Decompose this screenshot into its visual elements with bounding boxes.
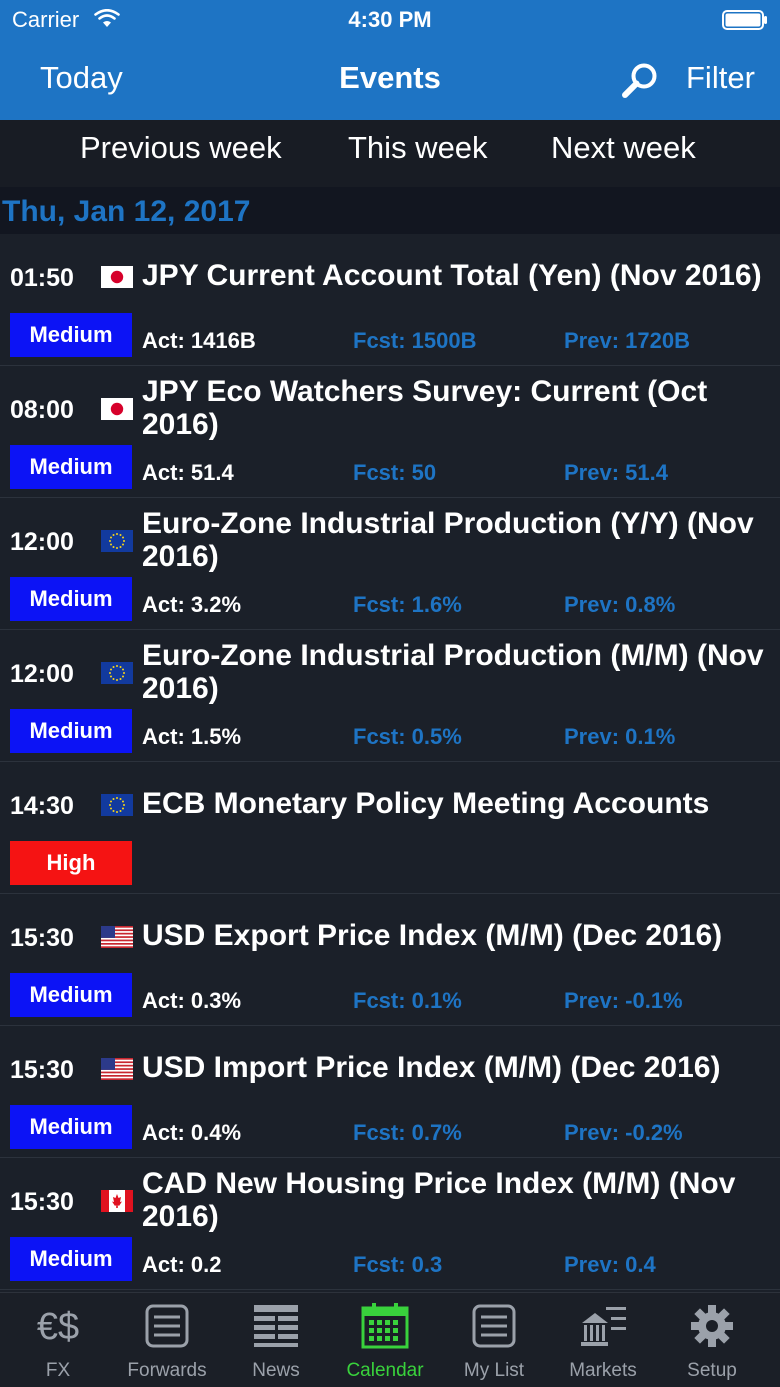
- tab-markets[interactable]: Markets: [549, 1293, 657, 1387]
- tab-news[interactable]: News: [222, 1293, 330, 1387]
- event-row[interactable]: 15:30 USD Export Price Index (M/M) (Dec …: [0, 894, 780, 1026]
- event-actual: Act: 0.4%: [142, 1120, 242, 1145]
- event-time: 15:30: [10, 1188, 74, 1216]
- event-actual: Act: 1416B: [142, 328, 256, 353]
- event-list: 01:50 JPY Current Account Total (Yen) (N…: [0, 234, 780, 1292]
- event-title: USD Import Price Index (M/M) (Dec 2016): [142, 1051, 721, 1084]
- svg-text:€$: €$: [37, 1306, 79, 1348]
- tab-forwards[interactable]: Forwards: [113, 1293, 221, 1387]
- tab-fx[interactable]: €$ FX: [4, 1293, 112, 1387]
- event-title: ECB Monetary Policy Meeting Accounts: [142, 787, 710, 820]
- tab-label: Forwards: [127, 1360, 207, 1381]
- importance-badge: Medium: [10, 313, 132, 357]
- event-row[interactable]: 08:00 JPY Eco Watchers Survey: Current (…: [0, 366, 780, 498]
- filter-button[interactable]: Filter: [686, 60, 755, 96]
- eu-flag-icon: [101, 662, 133, 684]
- jp-flag-icon: [101, 398, 133, 420]
- event-forecast: Fcst: 1.6%: [353, 592, 462, 617]
- event-row[interactable]: 12:00 Euro-Zone Industrial Production (M…: [0, 630, 780, 762]
- event-actual: Act: 3.2%: [142, 592, 242, 617]
- status-bar: Carrier 4:30 PM: [0, 0, 780, 40]
- eu-flag-icon: [101, 530, 133, 552]
- event-row[interactable]: 01:50 JPY Current Account Total (Yen) (N…: [0, 234, 780, 366]
- event-forecast: Fcst: 0.5%: [353, 724, 462, 749]
- event-time: 12:00: [10, 528, 74, 556]
- tab-bar: €$ FX Forwards News Calendar My List Mar…: [0, 1292, 780, 1387]
- event-title: USD Export Price Index (M/M) (Dec 2016): [142, 919, 723, 952]
- event-actual: Act: 0.2: [142, 1252, 222, 1277]
- importance-badge: Medium: [10, 1237, 132, 1281]
- tab-next-week[interactable]: Next week: [551, 130, 696, 166]
- event-previous: Prev: 0.1%: [564, 724, 676, 749]
- tab-label: Setup: [687, 1360, 737, 1381]
- event-row[interactable]: 15:30 USD Import Price Index (M/M) (Dec …: [0, 1026, 780, 1158]
- event-row[interactable]: 15:30 CAD New Housing Price Index (M/M) …: [0, 1158, 780, 1290]
- event-time: 15:30: [10, 924, 74, 952]
- event-time: 08:00: [10, 396, 74, 424]
- date-label: Thu, Jan 12, 2017: [2, 195, 251, 228]
- event-title: Euro-Zone Industrial Production (M/M) (N…: [142, 639, 764, 705]
- importance-badge: Medium: [10, 577, 132, 621]
- importance-badge: High: [10, 841, 132, 885]
- event-time: 14:30: [10, 792, 74, 820]
- tab-label: My List: [463, 1360, 525, 1381]
- event-previous: Prev: 51.4: [564, 460, 668, 485]
- forwards-icon: [145, 1304, 189, 1348]
- list-icon: [472, 1304, 516, 1348]
- calendar-icon: [361, 1303, 409, 1349]
- nav-bar: Today Events Filter: [0, 40, 780, 120]
- event-previous: Prev: 0.4: [564, 1252, 656, 1277]
- eu-flag-icon: [101, 794, 133, 816]
- us-flag-icon: [101, 1058, 133, 1080]
- event-title: JPY Eco Watchers Survey: Current (Oct 20…: [142, 375, 708, 441]
- tab-label: Calendar: [346, 1360, 424, 1381]
- event-actual: Act: 1.5%: [142, 724, 242, 749]
- event-forecast: Fcst: 0.7%: [353, 1120, 462, 1145]
- gear-icon: [691, 1305, 733, 1347]
- event-previous: Prev: -0.2%: [564, 1120, 683, 1145]
- event-previous: Prev: 0.8%: [564, 592, 676, 617]
- event-previous: Prev: -0.1%: [564, 988, 683, 1013]
- event-forecast: Fcst: 1500B: [353, 328, 477, 353]
- today-button[interactable]: Today: [40, 60, 123, 96]
- tab-label: News: [252, 1360, 300, 1381]
- tab-calendar[interactable]: Calendar: [331, 1293, 439, 1387]
- tab-this-week[interactable]: This week: [348, 130, 488, 166]
- date-section-header: Thu, Jan 12, 2017: [0, 187, 780, 234]
- battery-icon: [722, 10, 767, 30]
- tab-label: Markets: [569, 1360, 637, 1381]
- ca-flag-icon: [101, 1190, 133, 1212]
- event-title: CAD New Housing Price Index (M/M) (Nov 2…: [142, 1167, 736, 1233]
- event-title: Euro-Zone Industrial Production (Y/Y) (N…: [142, 507, 754, 573]
- event-previous: Prev: 1720B: [564, 328, 690, 353]
- tab-previous-week[interactable]: Previous week: [80, 130, 282, 166]
- tab-my-list[interactable]: My List: [440, 1293, 548, 1387]
- event-time: 12:00: [10, 660, 74, 688]
- event-actual: Act: 51.4: [142, 460, 234, 485]
- tab-label: FX: [45, 1360, 71, 1381]
- importance-badge: Medium: [10, 1105, 132, 1149]
- row-divider: [0, 1289, 780, 1290]
- event-forecast: Fcst: 50: [353, 460, 437, 485]
- clock: 4:30 PM: [348, 7, 432, 32]
- event-forecast: Fcst: 0.3: [353, 1252, 443, 1277]
- week-selector: Previous week This week Next week: [0, 120, 780, 187]
- jp-flag-icon: [101, 266, 133, 288]
- importance-badge: Medium: [10, 445, 132, 489]
- importance-badge: Medium: [10, 973, 132, 1017]
- event-time: 15:30: [10, 1056, 74, 1084]
- currency-icon: €$: [37, 1306, 79, 1348]
- importance-badge: Medium: [10, 709, 132, 753]
- event-forecast: Fcst: 0.1%: [353, 988, 462, 1013]
- event-row[interactable]: 14:30 ECB Monetary Policy Meeting Accoun…: [0, 762, 780, 894]
- event-actual: Act: 0.3%: [142, 988, 242, 1013]
- event-title: JPY Current Account Total (Yen) (Nov 201…: [142, 259, 762, 292]
- event-time: 01:50: [10, 264, 74, 292]
- markets-icon: [581, 1307, 626, 1346]
- us-flag-icon: [101, 926, 133, 948]
- event-row[interactable]: 12:00 Euro-Zone Industrial Production (Y…: [0, 498, 780, 630]
- news-icon: [254, 1305, 298, 1347]
- search-icon[interactable]: [620, 61, 660, 101]
- tab-setup[interactable]: Setup: [658, 1293, 766, 1387]
